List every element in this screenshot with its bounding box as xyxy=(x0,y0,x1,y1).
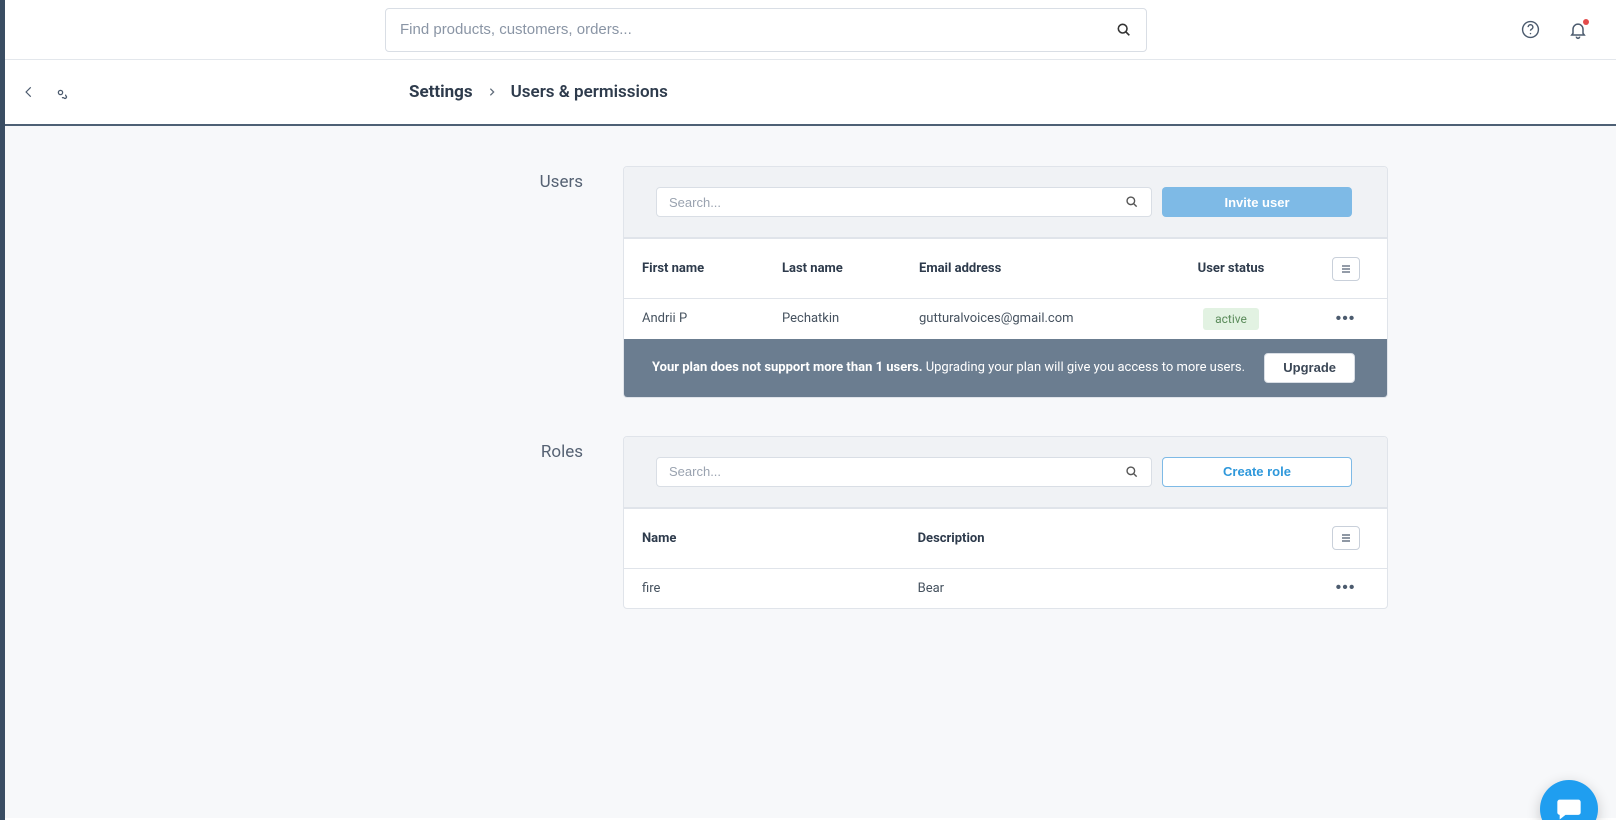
topbar xyxy=(0,0,1616,60)
row-actions-button[interactable]: ••• xyxy=(1336,310,1356,328)
upgrade-notice: Your plan does not support more than 1 u… xyxy=(624,339,1387,397)
cell-status: active xyxy=(1158,299,1304,339)
cell-first-name: Andrii P xyxy=(624,299,764,339)
left-accent-bar xyxy=(0,0,5,820)
more-icon: ••• xyxy=(1336,579,1356,596)
users-toolbar: Invite user xyxy=(624,167,1387,238)
upgrade-message: Your plan does not support more than 1 u… xyxy=(652,360,1245,375)
chevron-right-icon xyxy=(487,87,497,97)
cell-last-name: Pechatkin xyxy=(764,299,901,339)
cell-role-name: fire xyxy=(624,568,900,608)
row-actions-button[interactable]: ••• xyxy=(1336,579,1356,597)
help-icon xyxy=(1521,20,1540,39)
roles-panel: Create role Name Description xyxy=(623,436,1388,610)
cell-email: gutturalvoices@gmail.com xyxy=(901,299,1158,339)
create-role-button[interactable]: Create role xyxy=(1162,457,1352,487)
roles-toolbar: Create role xyxy=(624,437,1387,508)
settings-gear-button[interactable] xyxy=(52,84,69,101)
col-first-name: First name xyxy=(624,239,764,299)
invite-user-button[interactable]: Invite user xyxy=(1162,187,1352,217)
col-name: Name xyxy=(624,508,900,568)
col-actions xyxy=(1304,508,1387,568)
chevron-left-icon xyxy=(22,85,36,99)
table-row[interactable]: Andrii P Pechatkin gutturalvoices@gmail.… xyxy=(624,299,1387,339)
more-icon: ••• xyxy=(1336,310,1356,327)
users-title: Users xyxy=(228,166,623,398)
list-icon xyxy=(1339,532,1353,544)
users-section: Users Invite user First name Last name E… xyxy=(228,166,1388,398)
roles-table-header: Name Description xyxy=(624,508,1387,568)
col-status: User status xyxy=(1158,239,1304,299)
table-row[interactable]: fire Bear ••• xyxy=(624,568,1387,608)
roles-table: Name Description fire xyxy=(624,508,1387,609)
search-icon xyxy=(1125,465,1139,479)
col-last-name: Last name xyxy=(764,239,901,299)
cell-role-desc: Bear xyxy=(900,568,1304,608)
col-actions xyxy=(1304,239,1387,299)
users-search[interactable] xyxy=(656,187,1152,217)
users-panel: Invite user First name Last name Email a… xyxy=(623,166,1388,398)
users-table-header: First name Last name Email address User … xyxy=(624,239,1387,299)
roles-search-input[interactable] xyxy=(669,464,1125,479)
users-columns-config-button[interactable] xyxy=(1332,257,1360,281)
help-button[interactable] xyxy=(1521,20,1540,39)
col-description: Description xyxy=(900,508,1304,568)
notifications-button[interactable] xyxy=(1568,20,1588,40)
col-email: Email address xyxy=(901,239,1158,299)
notification-indicator xyxy=(1583,19,1589,25)
list-icon xyxy=(1339,263,1353,275)
upgrade-message-rest: Upgrading your plan will give you access… xyxy=(926,360,1245,375)
gear-icon xyxy=(52,84,69,101)
global-search[interactable] xyxy=(385,8,1147,52)
breadcrumb-current: Users & permissions xyxy=(511,82,668,102)
upgrade-button[interactable]: Upgrade xyxy=(1264,353,1355,383)
page-body: Users Invite user First name Last name E… xyxy=(0,126,1616,818)
roles-section: Roles Create role Name Description xyxy=(228,436,1388,610)
search-icon xyxy=(1116,22,1132,38)
chat-icon xyxy=(1555,795,1583,820)
global-search-input[interactable] xyxy=(400,21,1116,38)
breadcrumb: Settings Users & permissions xyxy=(409,82,668,102)
breadcrumb-bar: Settings Users & permissions xyxy=(0,60,1616,126)
search-icon xyxy=(1125,195,1139,209)
breadcrumb-settings[interactable]: Settings xyxy=(409,82,473,102)
roles-title: Roles xyxy=(228,436,623,610)
roles-search[interactable] xyxy=(656,457,1152,487)
upgrade-message-bold: Your plan does not support more than 1 u… xyxy=(652,360,922,375)
users-table: First name Last name Email address User … xyxy=(624,238,1387,339)
back-button[interactable] xyxy=(22,85,36,99)
status-badge: active xyxy=(1203,308,1259,330)
roles-columns-config-button[interactable] xyxy=(1332,526,1360,550)
users-search-input[interactable] xyxy=(669,195,1125,210)
